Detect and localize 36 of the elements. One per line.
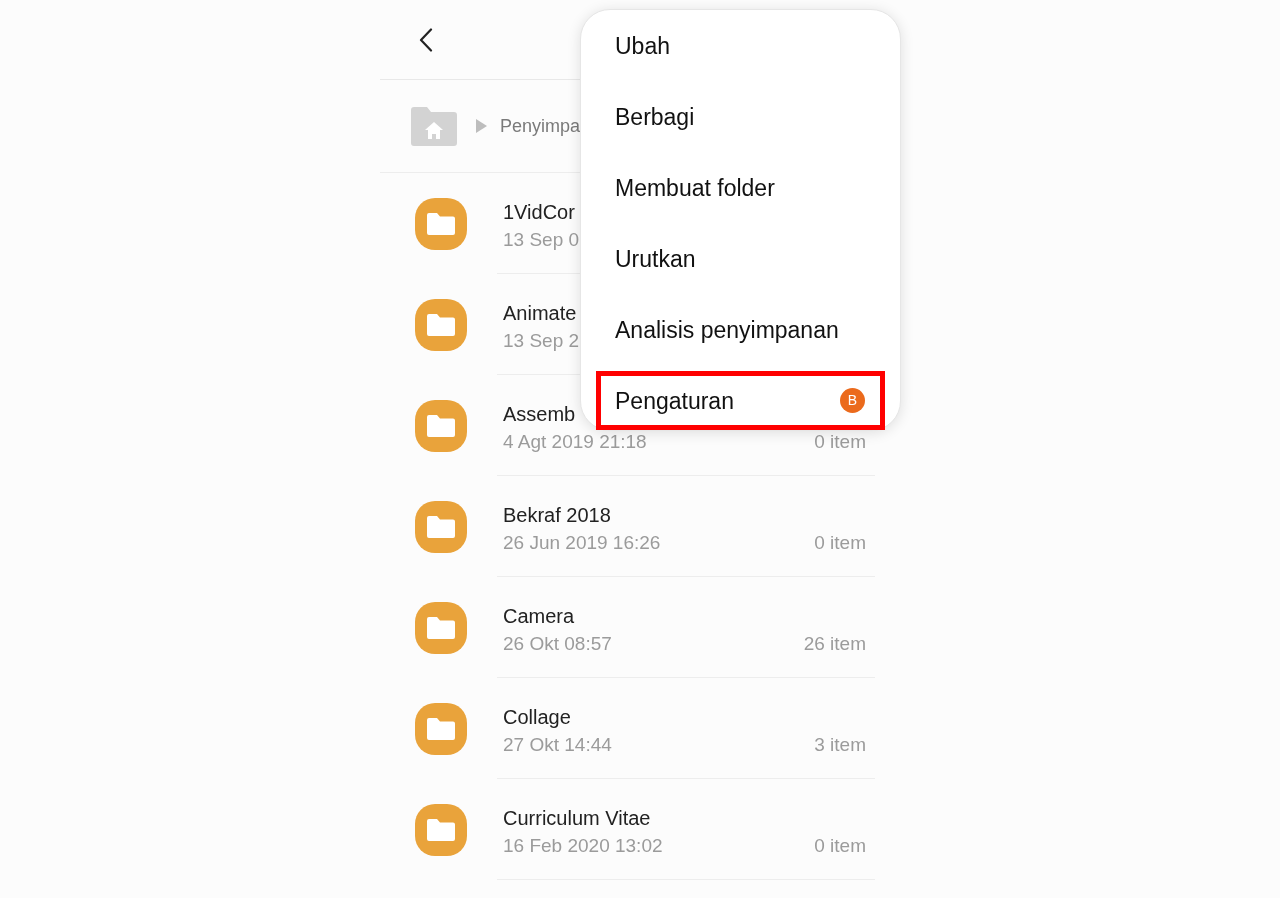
item-count: 26 item [803,633,866,655]
folder-icon [415,399,467,452]
folder-icon [415,298,467,351]
folder-name: Assemb [503,402,576,427]
menu-item[interactable]: Membuat folder [596,152,885,223]
folder-name: Animate [503,301,577,326]
menu-item[interactable]: Berbagi [596,81,885,152]
menu-item[interactable]: Analisis penyimpanan [596,294,885,365]
folder-date: 27 Okt 14:44 [503,734,612,756]
menu-item[interactable]: Ubah [596,10,885,81]
menu-item[interactable]: Urutkan [596,223,885,294]
folder-icon [415,803,467,856]
folder-date: 26 Jun 2019 16:26 [503,532,661,554]
folder-icon [415,702,467,755]
folder-icon [415,197,467,250]
folder-date: 16 Feb 2020 13:02 [503,835,663,857]
notification-badge: B [840,388,865,413]
item-count: 0 item [814,835,866,857]
back-chevron-icon [419,27,433,52]
folder-date: 13 Sep 0 [503,229,580,251]
menu-item[interactable]: Pengaturan B [596,371,885,430]
folder-name: 1VidCor [503,200,575,225]
folder-icon [415,601,467,654]
folder-name: Curriculum Vitae [503,806,651,831]
item-count: 0 item [814,532,866,554]
folder-name: Bekraf 2018 [503,503,611,528]
folder-icon [415,500,467,553]
breadcrumb-label[interactable]: Penyimpa [500,114,581,138]
item-count: 0 item [814,431,866,453]
folder-name: Collage [503,705,571,730]
folder-date: 4 Agt 2019 21:18 [503,431,647,453]
folder-name: Camera [503,604,575,629]
item-count: 3 item [814,734,866,756]
folder-date: 26 Okt 08:57 [503,633,612,655]
triangle-right-icon [476,119,487,133]
folder-date: 13 Sep 2 [503,330,580,352]
